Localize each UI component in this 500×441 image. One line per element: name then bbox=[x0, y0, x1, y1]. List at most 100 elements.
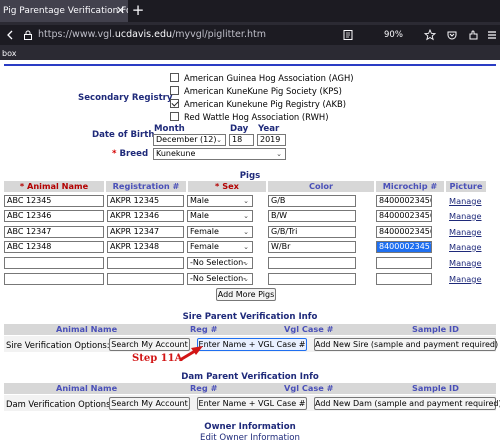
col-picture: Picture bbox=[446, 181, 486, 192]
col-registration: Registration # bbox=[106, 181, 186, 192]
close-icon[interactable]: ✕ bbox=[114, 4, 127, 17]
color-input[interactable]: G/B/Tri bbox=[268, 226, 356, 238]
bookmark-item[interactable]: box bbox=[2, 48, 16, 60]
chevron-down-icon: ⌄ bbox=[243, 275, 249, 283]
sex-select[interactable]: -No Selection- ⌄ bbox=[187, 257, 253, 269]
color-input[interactable] bbox=[268, 273, 356, 285]
address-bar[interactable]: https://www.vgl.ucdavis.edu/myvgl/piglit… bbox=[0, 25, 500, 45]
chevron-down-icon: ⌄ bbox=[216, 136, 222, 144]
sex-select[interactable]: Female ⌄ bbox=[187, 241, 253, 253]
url-text[interactable]: https://www.vgl.ucdavis.edu/myvgl/piglit… bbox=[38, 25, 266, 45]
microchip-input[interactable]: 840000234567 bbox=[376, 195, 432, 207]
microchip-input[interactable]: 840000234568 bbox=[376, 210, 432, 222]
color-input[interactable]: W/Br bbox=[268, 241, 356, 253]
dam-col-vgl-case: Vgl Case # bbox=[284, 383, 334, 393]
lock-icon bbox=[24, 30, 32, 40]
bookmark-star-icon[interactable] bbox=[424, 29, 436, 41]
new-tab-icon[interactable]: + bbox=[130, 2, 146, 18]
registration-input[interactable]: AKPR 12346 bbox=[107, 210, 184, 222]
breed-select[interactable]: Kunekune ⌄ bbox=[153, 148, 286, 160]
back-arrow-icon[interactable] bbox=[5, 29, 17, 41]
sex-select[interactable]: Male ⌄ bbox=[187, 210, 253, 222]
animal-name-input[interactable]: ABC 12347 bbox=[4, 226, 104, 238]
registry-label: American Guinea Hog Association (AGH) bbox=[184, 73, 354, 83]
manage-picture-link[interactable]: Manage bbox=[449, 196, 482, 206]
registry-checkbox-checked[interactable] bbox=[170, 99, 179, 108]
url-path: /myvgl/piglitter.htm bbox=[172, 29, 266, 40]
dam-search-account-button[interactable]: Search My Account bbox=[109, 397, 190, 410]
registration-input[interactable] bbox=[107, 273, 184, 285]
top-divider bbox=[4, 64, 496, 66]
chevron-down-icon: ⌄ bbox=[243, 212, 249, 220]
owner-section-title: Owner Information bbox=[204, 422, 296, 432]
chevron-down-icon: ⌄ bbox=[243, 243, 249, 251]
add-more-pigs-button[interactable]: Add More Pigs bbox=[216, 288, 276, 301]
year-label: Year bbox=[258, 124, 280, 134]
registration-input[interactable]: AKPR 12348 bbox=[107, 241, 184, 253]
dam-add-new-button[interactable]: Add New Dam (sample and payment required… bbox=[314, 397, 500, 410]
registry-label: Red Wattle Hog Association (RWH) bbox=[184, 112, 329, 122]
animal-name-input[interactable]: ABC 12346 bbox=[4, 210, 104, 222]
microchip-input[interactable] bbox=[376, 273, 432, 285]
registry-checkbox[interactable] bbox=[170, 112, 179, 121]
registration-input[interactable]: AKPR 12345 bbox=[107, 195, 184, 207]
color-input[interactable]: G/B bbox=[268, 195, 356, 207]
animal-name-input[interactable] bbox=[4, 257, 104, 269]
animal-name-input[interactable]: ABC 12348 bbox=[4, 241, 104, 253]
secondary-registry-label: Secondary Registry bbox=[78, 93, 173, 103]
chevron-down-icon: ⌄ bbox=[276, 150, 282, 158]
color-input[interactable] bbox=[268, 257, 356, 269]
chevron-down-icon: ⌄ bbox=[243, 197, 249, 205]
sex-select[interactable]: Female ⌄ bbox=[187, 226, 253, 238]
color-input[interactable]: B/W bbox=[268, 210, 356, 222]
microchip-input[interactable]: 840000234569 bbox=[376, 226, 432, 238]
registry-checkbox[interactable] bbox=[170, 73, 179, 82]
chevron-down-icon: ⌄ bbox=[243, 259, 249, 267]
col-animal-name-text: Animal Name bbox=[27, 181, 89, 191]
url-domain: ucdavis.edu bbox=[114, 29, 173, 40]
col-microchip: Microchip # bbox=[376, 181, 444, 192]
manage-picture-link[interactable]: Manage bbox=[449, 227, 482, 237]
dam-enter-name-vgl-button[interactable]: Enter Name + VGL Case # bbox=[197, 397, 307, 410]
year-input[interactable]: 2019 bbox=[257, 134, 286, 146]
month-select[interactable]: December (12) ⌄ bbox=[153, 134, 226, 146]
sex-select[interactable]: -No Selection- ⌄ bbox=[187, 273, 253, 285]
required-marker: * bbox=[215, 181, 220, 191]
menu-icon[interactable] bbox=[486, 29, 498, 41]
day-input[interactable]: 18 bbox=[229, 134, 254, 146]
animal-name-input[interactable] bbox=[4, 273, 104, 285]
edit-owner-link[interactable]: Edit Owner Information bbox=[0, 433, 500, 441]
sex-value: -No Selection- bbox=[190, 274, 247, 283]
url-prefix: https://www.vgl. bbox=[38, 29, 115, 40]
microchip-input-selected[interactable]: 840000234570 bbox=[376, 241, 432, 253]
sire-col-reg: Reg # bbox=[190, 324, 218, 334]
registry-checkbox[interactable] bbox=[170, 86, 179, 95]
reader-view-icon[interactable] bbox=[342, 29, 354, 41]
browser-tab-bar: Pig Parentage Verification Form ✕ + bbox=[0, 0, 500, 22]
extensions-icon[interactable] bbox=[468, 29, 480, 41]
registration-input[interactable]: AKPR 12347 bbox=[107, 226, 184, 238]
sire-enter-name-vgl-button[interactable]: Enter Name + VGL Case # bbox=[197, 338, 307, 351]
zoom-level[interactable]: 90% bbox=[384, 25, 403, 45]
registration-input[interactable] bbox=[107, 257, 184, 269]
dam-table-header: Animal Name Reg # Vgl Case # Sample ID bbox=[4, 383, 496, 394]
registry-label: American KuneKune Pig Society (KPS) bbox=[184, 86, 342, 96]
bookmarks-toolbar: box bbox=[0, 48, 500, 60]
sire-col-sample-id: Sample ID bbox=[412, 324, 459, 334]
manage-picture-link[interactable]: Manage bbox=[449, 211, 482, 221]
manage-picture-link[interactable]: Manage bbox=[449, 242, 482, 252]
microchip-input[interactable] bbox=[376, 257, 432, 269]
animal-name-input[interactable]: ABC 12345 bbox=[4, 195, 104, 207]
required-marker: * bbox=[112, 149, 117, 159]
col-sex-text: Sex bbox=[222, 181, 239, 191]
annotation-arrow-icon bbox=[179, 346, 203, 362]
pocket-icon[interactable] bbox=[446, 29, 458, 41]
manage-picture-link[interactable]: Manage bbox=[449, 258, 482, 268]
browser-tab[interactable]: Pig Parentage Verification Form ✕ bbox=[0, 0, 128, 22]
manage-picture-link[interactable]: Manage bbox=[449, 274, 482, 284]
required-marker: * bbox=[19, 181, 25, 191]
sire-add-new-button[interactable]: Add New Sire (sample and payment require… bbox=[314, 338, 498, 351]
sex-select[interactable]: Male ⌄ bbox=[187, 195, 253, 207]
col-color: Color bbox=[268, 181, 374, 192]
month-label: Month bbox=[154, 124, 185, 134]
